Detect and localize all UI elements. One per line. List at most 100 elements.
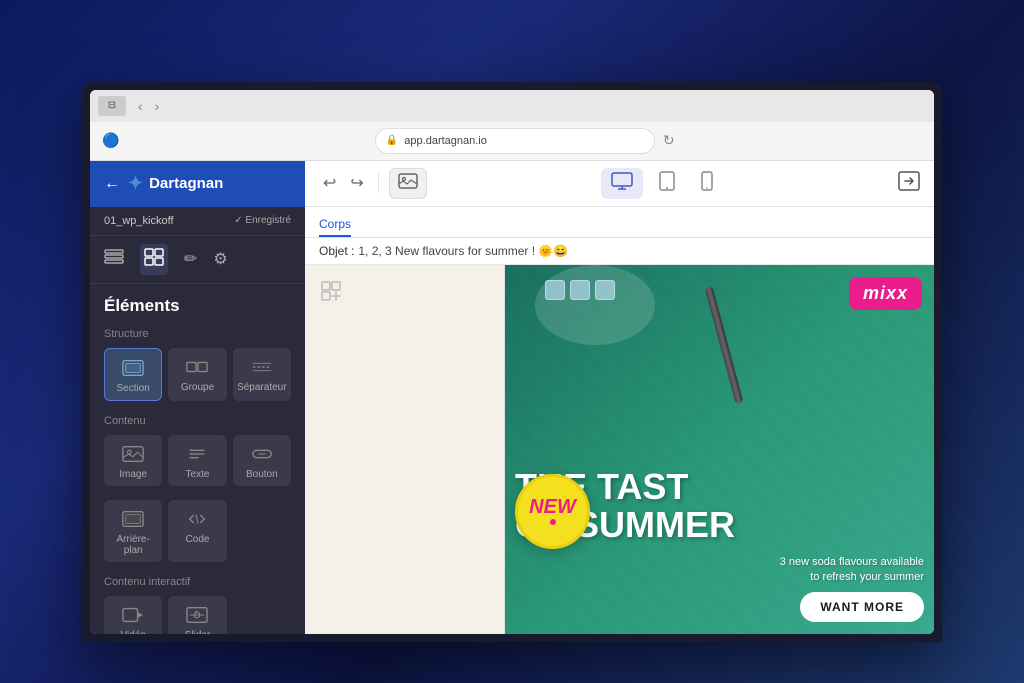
element-groupe[interactable]: Groupe <box>168 348 226 401</box>
settings-tool-icon[interactable]: ⚙ <box>213 249 227 269</box>
mixx-badge: mixx <box>849 277 922 310</box>
element-texte[interactable]: Texte <box>168 435 226 486</box>
glass-decoration <box>535 265 655 345</box>
browser-chrome: ⊟ ‹ › 🔵 🔒 app.dartagnan.io ↻ <box>90 90 934 161</box>
code-icon <box>186 508 208 530</box>
canvas-left-panel <box>305 265 505 634</box>
element-video[interactable]: Vidéo <box>104 596 162 634</box>
slider-label: Slider <box>185 630 211 634</box>
sidebar-header: ← ✦ Dartagnan <box>90 161 305 207</box>
toolbar-right <box>898 171 920 196</box>
sidebar-toggle-btn[interactable]: ⊟ <box>98 96 126 116</box>
element-slider[interactable]: Slider <box>168 596 226 634</box>
new-text: NEW <box>529 497 576 517</box>
back-btn[interactable]: ‹ <box>134 96 147 116</box>
lock-icon: 🔒 <box>386 135 398 146</box>
reload-btn[interactable]: ↻ <box>663 132 675 149</box>
ice-cube-1 <box>545 280 565 300</box>
sidebar: ← ✦ Dartagnan 01_wp_kickoff ✓ Enregistré <box>90 161 305 634</box>
tab-corps[interactable]: Corps <box>319 213 351 237</box>
pen-tool-icon[interactable]: ✏ <box>184 249 197 269</box>
address-bar-container: 🔒 app.dartagnan.io ↻ <box>127 128 922 154</box>
element-arriere-plan[interactable]: Arrière-plan <box>104 500 162 562</box>
nav-arrows: ‹ › <box>134 96 163 116</box>
forward-btn[interactable]: › <box>151 96 164 116</box>
elements-title: Éléments <box>104 296 291 316</box>
canvas-right-panel: mixx THE TAST OF SUMMER NEW <box>505 265 934 634</box>
bouton-label: Bouton <box>246 469 278 480</box>
redo-btn[interactable]: ↪ <box>346 169 367 197</box>
sidebar-tools: ✏ ⚙ <box>90 236 305 284</box>
toolbar-center <box>435 167 890 200</box>
screen: ⊟ ‹ › 🔵 🔒 app.dartagnan.io ↻ <box>90 90 934 634</box>
image-label: Image <box>119 469 147 480</box>
email-preview: mixx THE TAST OF SUMMER NEW <box>505 265 934 634</box>
code-label: Code <box>186 534 210 545</box>
undo-btn[interactable]: ↩ <box>319 169 340 197</box>
image-icon <box>122 443 144 465</box>
layers-tool-icon[interactable] <box>104 249 124 270</box>
favicon-icon: 🔵 <box>102 132 119 149</box>
element-section[interactable]: Section <box>104 348 162 401</box>
elements-tool-icon[interactable] <box>140 244 168 275</box>
new-badge: NEW <box>515 474 590 549</box>
element-bouton[interactable]: Bouton <box>233 435 291 486</box>
slider-icon <box>186 604 208 626</box>
device-mobile-btn[interactable] <box>691 167 723 200</box>
separateur-label: Séparateur <box>237 382 286 393</box>
logo-text: Dartagnan <box>149 175 223 192</box>
texte-icon <box>186 443 208 465</box>
ice-cube-3 <box>595 280 615 300</box>
arriere-plan-icon <box>122 508 144 530</box>
interactif-elements-grid: Vidéo Slider <box>104 596 291 634</box>
browser-controls-bar: 🔵 🔒 app.dartagnan.io ↻ <box>90 122 934 160</box>
subject-bar: Objet : 1, 2, 3 New flavours for summer … <box>305 238 934 265</box>
element-image[interactable]: Image <box>104 435 162 486</box>
texte-label: Texte <box>186 469 210 480</box>
want-more-btn[interactable]: WANT MORE <box>800 592 924 622</box>
groupe-label: Groupe <box>181 382 214 393</box>
browser-tabs-bar: ⊟ ‹ › <box>90 90 934 122</box>
main-toolbar: ↩ ↪ <box>305 161 934 207</box>
subject-label: Objet : <box>319 244 354 258</box>
toolbar-left: ↩ ↪ <box>319 168 427 199</box>
laptop-frame: ⊟ ‹ › 🔵 🔒 app.dartagnan.io ↻ <box>82 82 942 642</box>
video-label: Vidéo <box>120 630 145 634</box>
tab-bar: Corps <box>305 207 934 238</box>
sidebar-project-row: 01_wp_kickoff ✓ Enregistré <box>90 207 305 236</box>
subject-text: 1, 2, 3 New flavours for summer ! 🌞😄 <box>358 244 568 258</box>
groupe-icon <box>186 356 208 378</box>
canvas-area: mixx THE TAST OF SUMMER NEW <box>305 265 934 634</box>
address-bar[interactable]: 🔒 app.dartagnan.io <box>375 128 655 154</box>
share-btn[interactable] <box>898 171 920 196</box>
structure-section-label: Structure <box>104 328 291 340</box>
logo-icon: ✦ <box>128 173 143 194</box>
element-code[interactable]: Code <box>168 500 226 562</box>
extra-elements-grid: Arrière-plan Code <box>104 500 291 562</box>
canvas-placeholder-icon <box>319 279 343 308</box>
ice-cube-2 <box>570 280 590 300</box>
arriere-plan-label: Arrière-plan <box>108 534 158 556</box>
new-dot <box>550 519 556 525</box>
contenu-section-label: Contenu <box>104 415 291 427</box>
device-tablet-btn[interactable] <box>649 167 685 200</box>
image-tool-btn[interactable] <box>389 168 427 199</box>
sidebar-logo: ✦ Dartagnan <box>128 173 223 194</box>
save-badge: ✓ Enregistré <box>234 215 291 226</box>
contenu-interactif-label: Contenu interactif <box>104 576 291 588</box>
subtitle-text: 3 new soda flavours availableto refresh … <box>780 555 924 586</box>
contenu-elements-grid: Image Texte <box>104 435 291 486</box>
device-desktop-btn[interactable] <box>601 168 643 199</box>
sidebar-elements-panel: Éléments Structure Sectio <box>90 284 305 634</box>
project-name: 01_wp_kickoff <box>104 215 174 227</box>
sidebar-back-btn[interactable]: ← <box>104 175 120 193</box>
bouton-icon <box>251 443 273 465</box>
toolbar-separator <box>378 173 379 193</box>
separateur-icon <box>251 356 273 378</box>
url-text: app.dartagnan.io <box>404 135 487 147</box>
structure-elements-grid: Section Groupe <box>104 348 291 401</box>
element-separateur[interactable]: Séparateur <box>233 348 291 401</box>
section-icon <box>122 357 144 379</box>
main-area: ↩ ↪ <box>305 161 934 634</box>
app-content: ← ✦ Dartagnan 01_wp_kickoff ✓ Enregistré <box>90 161 934 634</box>
